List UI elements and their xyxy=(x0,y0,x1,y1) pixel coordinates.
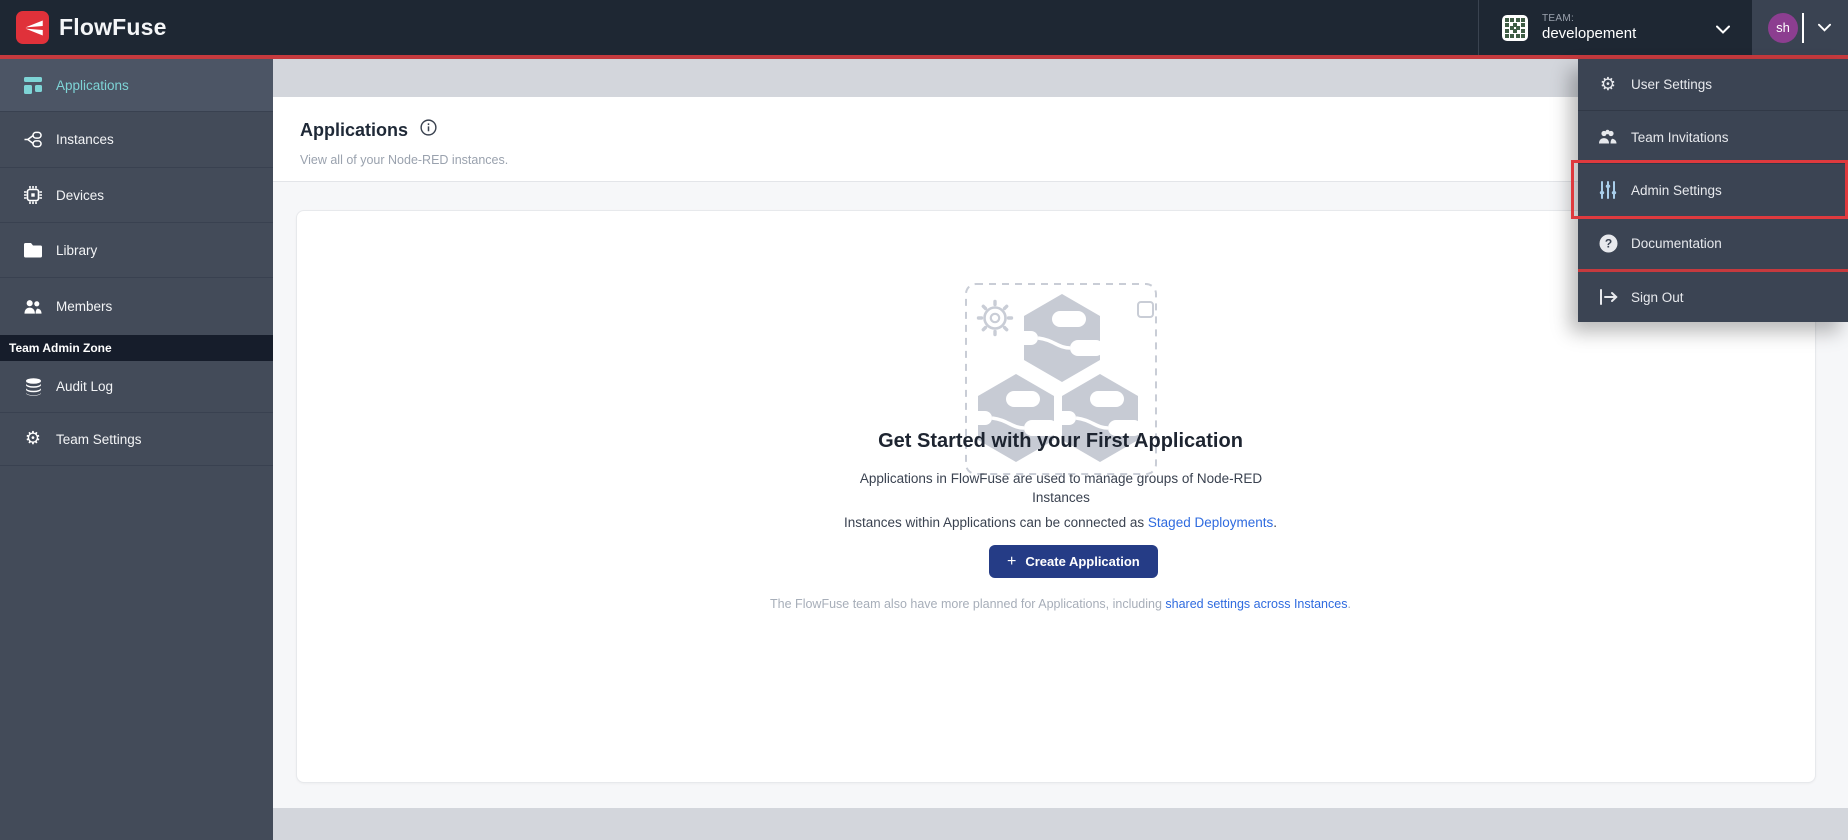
top-navbar: FlowFuse TEAM: developement xyxy=(0,0,1848,55)
sidebar-item-label: Library xyxy=(56,243,97,258)
sign-out-icon xyxy=(1598,287,1618,307)
flowfuse-app: FlowFuse TEAM: developement xyxy=(0,0,1848,840)
team-identicon xyxy=(1502,15,1528,41)
page-subtitle: View all of your Node-RED instances. xyxy=(300,153,508,167)
text-caret xyxy=(1802,13,1804,43)
team-admin-zone-header: Team Admin Zone xyxy=(0,335,273,361)
menu-item-admin-settings[interactable]: Admin Settings xyxy=(1578,163,1848,216)
sidebar-item-audit-log[interactable]: Audit Log xyxy=(0,361,273,413)
admin-sliders-icon xyxy=(1598,180,1618,200)
empty-state-heading: Get Started with your First Application xyxy=(273,430,1848,453)
sidebar-item-instances[interactable]: Instances xyxy=(0,112,273,168)
menu-item-team-invitations[interactable]: Team Invitations xyxy=(1578,110,1848,163)
devices-icon xyxy=(24,186,42,204)
sidebar-item-label: Members xyxy=(56,299,112,314)
applications-icon xyxy=(24,76,42,94)
sidebar-item-label: Audit Log xyxy=(56,379,113,394)
info-icon[interactable] xyxy=(420,119,437,141)
team-invitations-icon xyxy=(1598,127,1618,147)
team-selector[interactable]: TEAM: developement xyxy=(1478,0,1752,55)
gear-icon: ⚙ xyxy=(1598,75,1618,95)
empty-state-description: Applications in FlowFuse are used to man… xyxy=(841,469,1281,507)
question-circle-icon: ? xyxy=(1598,233,1618,253)
gear-outline-icon xyxy=(979,302,1012,335)
empty-state-note: The FlowFuse team also have more planned… xyxy=(273,597,1848,611)
staged-line-prefix: Instances within Applications can be con… xyxy=(844,515,1148,530)
menu-item-label: User Settings xyxy=(1631,77,1712,92)
sidebar-item-devices[interactable]: Devices xyxy=(0,168,273,223)
team-label: TEAM: xyxy=(1542,13,1636,25)
sidebar-item-label: Team Settings xyxy=(56,432,142,447)
sidebar-item-members[interactable]: Members xyxy=(0,278,273,335)
svg-text:?: ? xyxy=(1604,236,1611,250)
menu-item-user-settings[interactable]: ⚙ User Settings xyxy=(1578,59,1848,110)
brand-name: FlowFuse xyxy=(59,14,167,41)
sidebar-item-applications[interactable]: Applications xyxy=(0,59,273,112)
gear-icon: ⚙ xyxy=(24,430,42,448)
chevron-down-icon xyxy=(1818,19,1831,37)
instances-icon xyxy=(24,131,42,149)
sidebar-item-label: Devices xyxy=(56,188,104,203)
sidebar-item-label: Instances xyxy=(56,132,114,147)
create-application-button[interactable]: + Create Application xyxy=(989,545,1158,578)
flowfuse-logo[interactable]: FlowFuse xyxy=(16,11,167,44)
user-menu-button[interactable]: sh xyxy=(1752,0,1848,55)
menu-item-label: Sign Out xyxy=(1631,290,1684,305)
create-application-label: Create Application xyxy=(1025,554,1139,569)
menu-item-label: Documentation xyxy=(1631,236,1722,251)
menu-item-documentation[interactable]: ? Documentation xyxy=(1578,216,1848,269)
staged-deployments-link[interactable]: Staged Deployments xyxy=(1148,515,1273,530)
chevron-down-icon xyxy=(1716,21,1730,39)
bottom-gray-band xyxy=(273,808,1848,840)
team-name: developement xyxy=(1542,25,1636,42)
menu-item-label: Admin Settings xyxy=(1631,183,1722,198)
sidebar-item-team-settings[interactable]: ⚙ Team Settings xyxy=(0,413,273,466)
menu-item-label: Team Invitations xyxy=(1631,130,1729,145)
staged-line-suffix: . xyxy=(1273,515,1277,530)
note-suffix: . xyxy=(1347,597,1350,611)
members-icon xyxy=(24,298,42,316)
user-dropdown-menu: ⚙ User Settings Team Invitations xyxy=(1578,59,1848,322)
sidebar: Applications Instances xyxy=(0,59,273,840)
red-accent-line xyxy=(0,55,1848,59)
sidebar-item-label: Applications xyxy=(56,78,129,93)
flowfuse-logo-icon xyxy=(16,11,49,44)
menu-item-sign-out[interactable]: Sign Out xyxy=(1578,269,1848,322)
plus-icon: + xyxy=(1007,553,1016,571)
sidebar-item-library[interactable]: Library xyxy=(0,223,273,278)
note-prefix: The FlowFuse team also have more planned… xyxy=(770,597,1165,611)
avatar[interactable]: sh xyxy=(1768,13,1798,43)
page-title: Applications xyxy=(300,120,408,141)
library-icon xyxy=(24,241,42,259)
shared-settings-link[interactable]: shared settings across Instances xyxy=(1165,597,1347,611)
empty-state-staged-line: Instances within Applications can be con… xyxy=(273,515,1848,530)
audit-log-icon xyxy=(24,378,42,396)
